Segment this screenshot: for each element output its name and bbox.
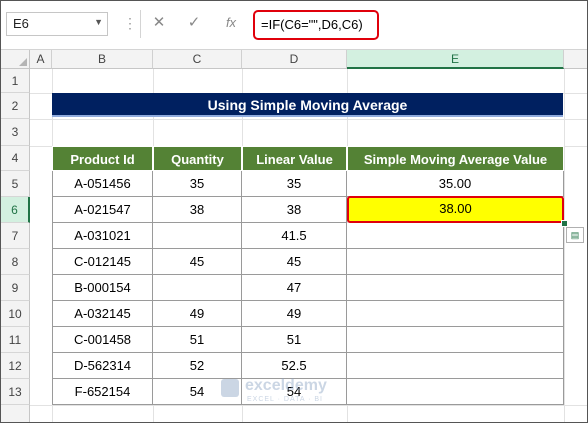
cell-d12[interactable]: 52.5 bbox=[242, 353, 347, 379]
column-header-e[interactable]: E bbox=[347, 50, 564, 69]
cell-e7[interactable] bbox=[347, 223, 564, 249]
cell-d9[interactable]: 47 bbox=[242, 275, 347, 301]
cell-e11[interactable] bbox=[347, 327, 564, 353]
cell-e5[interactable]: 35.00 bbox=[347, 171, 564, 197]
header-product-id[interactable]: Product Id bbox=[52, 146, 153, 171]
cell-b10[interactable]: A-032145 bbox=[52, 301, 153, 327]
cell-c11[interactable]: 51 bbox=[153, 327, 242, 353]
name-box-value: E6 bbox=[13, 16, 29, 31]
cell-e8[interactable] bbox=[347, 249, 564, 275]
row-header-6[interactable]: 6 bbox=[1, 197, 30, 223]
cell-d10[interactable]: 49 bbox=[242, 301, 347, 327]
cell-c12[interactable]: 52 bbox=[153, 353, 242, 379]
cell-e10[interactable] bbox=[347, 301, 564, 327]
row-header-2[interactable]: 2 bbox=[1, 93, 30, 119]
cell-b12[interactable]: D-562314 bbox=[52, 353, 153, 379]
row-header-4[interactable]: 4 bbox=[1, 146, 30, 171]
cell-b13[interactable]: F-652154 bbox=[52, 379, 153, 405]
cell-c5[interactable]: 35 bbox=[153, 171, 242, 197]
cell-d6[interactable]: 38 bbox=[242, 197, 347, 223]
quick-analysis-icon[interactable]: ▤ bbox=[566, 227, 584, 243]
header-quantity[interactable]: Quantity bbox=[153, 146, 242, 171]
gridline bbox=[30, 119, 587, 120]
watermark-tagline: EXCEL · DATA · BI bbox=[247, 396, 323, 403]
row-header-8[interactable]: 8 bbox=[1, 249, 30, 275]
header-linear-value[interactable]: Linear Value bbox=[242, 146, 347, 171]
cell-c8[interactable]: 45 bbox=[153, 249, 242, 275]
header-simple-moving-average-value[interactable]: Simple Moving Average Value bbox=[347, 146, 564, 171]
watermark-name: exceldemy bbox=[245, 377, 327, 394]
column-header-next[interactable] bbox=[564, 50, 587, 69]
row-header-12[interactable]: 12 bbox=[1, 353, 30, 379]
cell-b11[interactable]: C-001458 bbox=[52, 327, 153, 353]
sheet-title: Using Simple Moving Average bbox=[52, 93, 563, 117]
name-box[interactable]: E6 ▼ bbox=[6, 12, 108, 36]
cell-c7[interactable] bbox=[153, 223, 242, 249]
row-header-10[interactable]: 10 bbox=[1, 301, 30, 327]
row-header-1[interactable]: 1 bbox=[1, 69, 30, 93]
cell-e9[interactable] bbox=[347, 275, 564, 301]
cell-c9[interactable] bbox=[153, 275, 242, 301]
more-options-icon: ⋮ bbox=[123, 15, 138, 31]
formula-input[interactable]: =IF(C6="",D6,C6) bbox=[253, 10, 379, 40]
gridline bbox=[564, 69, 565, 422]
cell-c6[interactable]: 38 bbox=[153, 197, 242, 223]
row-header-3[interactable]: 3 bbox=[1, 119, 30, 146]
cell-e6-active[interactable]: 38.00 bbox=[347, 196, 564, 223]
formula-text: =IF(C6="",D6,C6) bbox=[261, 17, 363, 32]
row-header-5[interactable]: 5 bbox=[1, 171, 30, 197]
cell-b8[interactable]: C-012145 bbox=[52, 249, 153, 275]
fill-handle[interactable] bbox=[561, 220, 568, 227]
cell-d5[interactable]: 35 bbox=[242, 171, 347, 197]
chevron-down-icon[interactable]: ▼ bbox=[94, 17, 103, 27]
cell-b9[interactable]: B-000154 bbox=[52, 275, 153, 301]
row-header-13[interactable]: 13 bbox=[1, 379, 30, 405]
row-header-14[interactable] bbox=[1, 405, 30, 422]
excel-window: E6 ▼ ⋮ ✕ ✓ fx =IF(C6="",D6,C6) A B C D E… bbox=[0, 0, 588, 423]
exceldemy-logo-icon bbox=[221, 379, 239, 397]
cell-b5[interactable]: A-051456 bbox=[52, 171, 153, 197]
cell-d7[interactable]: 41.5 bbox=[242, 223, 347, 249]
cell-d11[interactable]: 51 bbox=[242, 327, 347, 353]
row-header-7[interactable]: 7 bbox=[1, 223, 30, 249]
gridline bbox=[30, 405, 587, 406]
formula-bar-area: E6 ▼ ⋮ ✕ ✓ fx =IF(C6="",D6,C6) bbox=[1, 1, 587, 50]
select-all-icon bbox=[19, 58, 27, 66]
cell-e13[interactable] bbox=[347, 379, 564, 405]
cell-b7[interactable]: A-031021 bbox=[52, 223, 153, 249]
cell-b6[interactable]: A-021547 bbox=[52, 197, 153, 223]
select-all-button[interactable] bbox=[1, 50, 30, 69]
column-header-b[interactable]: B bbox=[52, 50, 153, 69]
row-header-11[interactable]: 11 bbox=[1, 327, 30, 353]
column-header-d[interactable]: D bbox=[242, 50, 347, 69]
cell-c10[interactable]: 49 bbox=[153, 301, 242, 327]
cell-e12[interactable] bbox=[347, 353, 564, 379]
row-header-9[interactable]: 9 bbox=[1, 275, 30, 301]
column-header-c[interactable]: C bbox=[153, 50, 242, 69]
column-header-a[interactable]: A bbox=[30, 50, 52, 69]
cell-d8[interactable]: 45 bbox=[242, 249, 347, 275]
